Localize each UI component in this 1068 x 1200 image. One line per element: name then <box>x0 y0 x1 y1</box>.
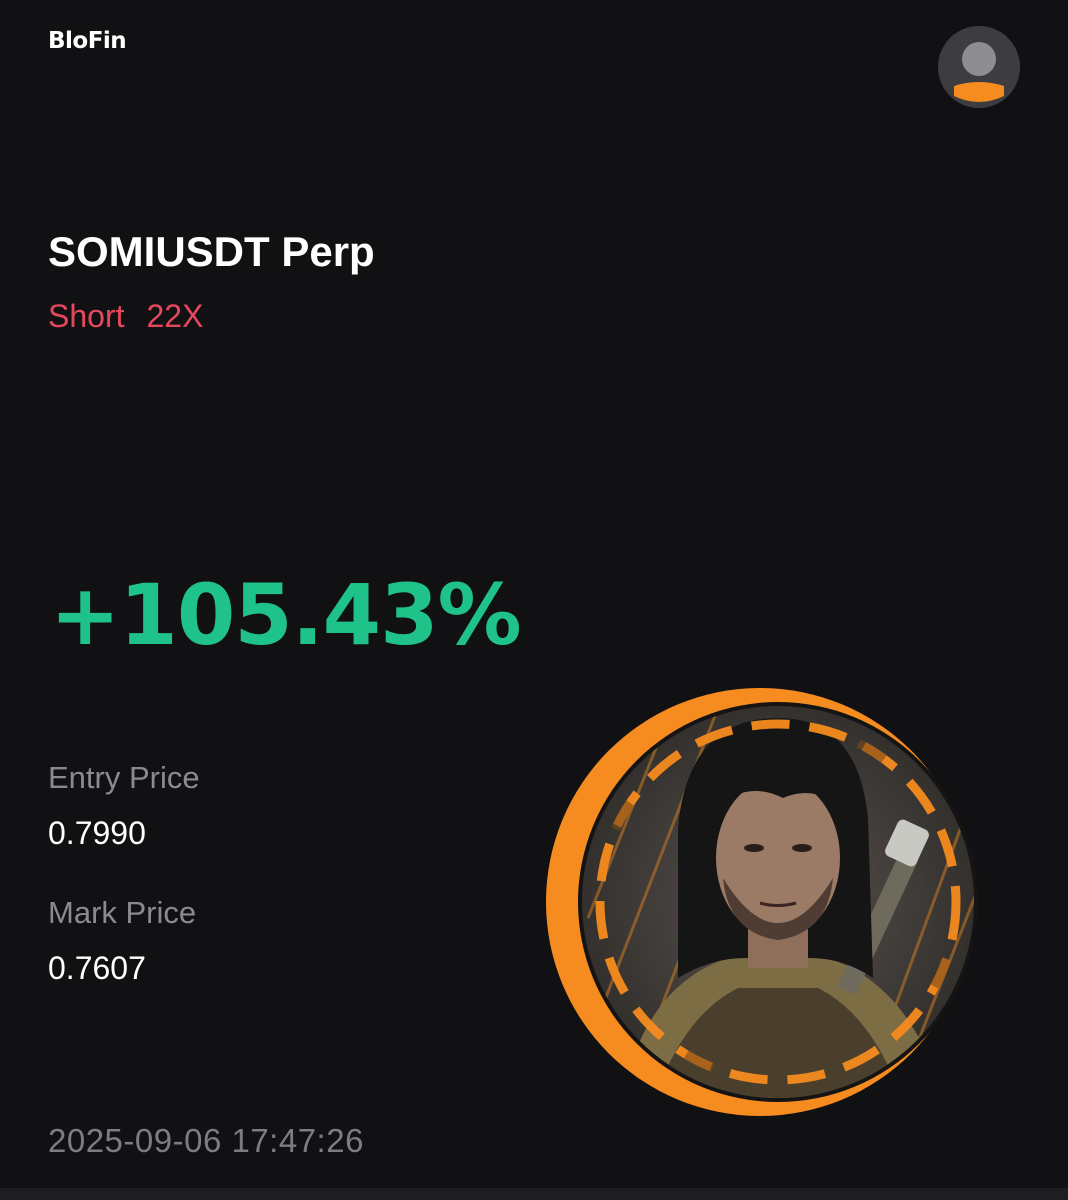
bottom-divider <box>0 1188 1068 1200</box>
position-info: Short 22X <box>48 298 203 335</box>
character-portrait-badge <box>528 688 996 1118</box>
mark-price-value: 0.7607 <box>48 950 146 986</box>
position-leverage: 22X <box>146 298 204 334</box>
pair-title: SOMIUSDT Perp <box>48 228 375 275</box>
user-avatar-icon <box>938 26 1020 108</box>
entry-price-value: 0.7990 <box>48 815 146 851</box>
position-side: Short <box>48 298 125 334</box>
mark-price-label: Mark Price <box>48 895 197 930</box>
brand-logo: BloFin <box>48 28 127 54</box>
timestamp: 2025-09-06 17:47:26 <box>48 1122 364 1159</box>
pnl-percent: +105.43% <box>50 566 522 664</box>
entry-price-label: Entry Price <box>48 760 200 795</box>
profile-avatar-button[interactable] <box>938 26 1020 108</box>
